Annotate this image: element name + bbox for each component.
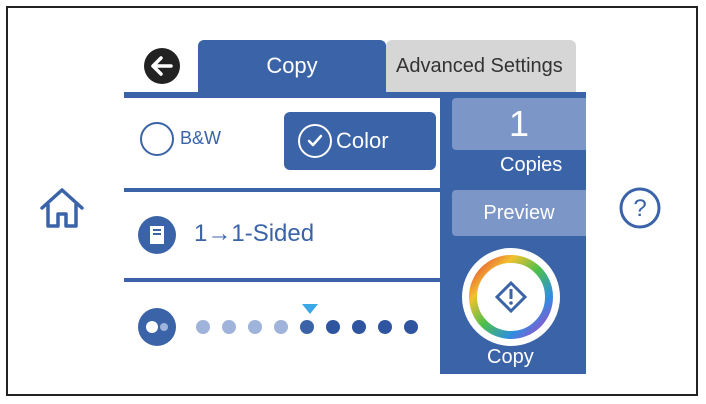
- density-dot[interactable]: [352, 320, 366, 334]
- density-dot[interactable]: [300, 320, 314, 334]
- tab-advanced-settings[interactable]: Advanced Settings: [386, 40, 576, 92]
- start-copy-label: Copy: [487, 346, 534, 368]
- copies-count-value: 1: [508, 103, 530, 144]
- density-dot[interactable]: [248, 320, 262, 334]
- density-dot[interactable]: [222, 320, 236, 334]
- bw-label[interactable]: B&W: [180, 128, 221, 149]
- copies-count[interactable]: 1: [452, 98, 586, 150]
- back-arrow-icon[interactable]: [140, 44, 184, 88]
- check-icon: [298, 124, 332, 158]
- density-marker-icon: [302, 304, 318, 314]
- start-copy-button[interactable]: [462, 248, 560, 346]
- help-icon[interactable]: ?: [618, 186, 662, 230]
- color-button[interactable]: Color: [284, 112, 436, 170]
- copies-label: Copies: [500, 154, 563, 176]
- tab-advanced-label: Advanced Settings: [396, 54, 563, 77]
- start-icon: [469, 255, 553, 339]
- density-dot[interactable]: [404, 320, 418, 334]
- svg-text:?: ?: [633, 195, 646, 222]
- density-dot[interactable]: [326, 320, 340, 334]
- sided-icon: [138, 216, 176, 254]
- density-dot[interactable]: [274, 320, 288, 334]
- bw-radio-icon[interactable]: [140, 122, 174, 156]
- density-icon: [138, 308, 176, 346]
- preview-label: Preview: [483, 201, 555, 224]
- tab-copy[interactable]: Copy: [198, 40, 386, 92]
- sided-label: 1→1-Sided: [194, 220, 315, 247]
- color-label: Color: [336, 128, 389, 153]
- density-dot[interactable]: [196, 320, 210, 334]
- density-dot[interactable]: [378, 320, 392, 334]
- home-icon[interactable]: [34, 180, 90, 236]
- tab-copy-label: Copy: [266, 53, 318, 78]
- preview-button[interactable]: Preview: [452, 190, 586, 236]
